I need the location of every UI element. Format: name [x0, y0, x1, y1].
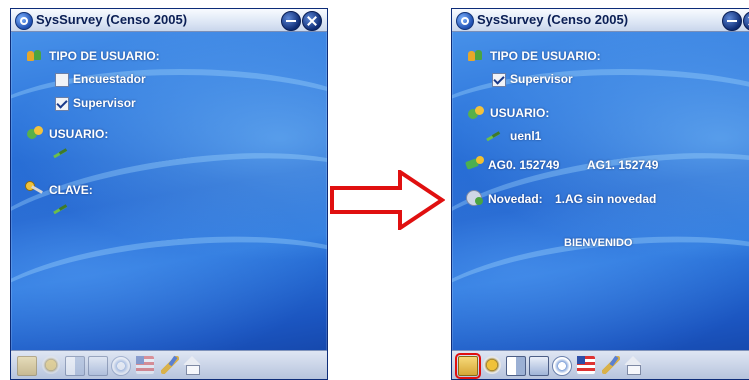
welcome-window: SysSurvey (Censo 2005) TIPO DE USUARIO: … [451, 8, 749, 380]
window-title: SysSurvey (Censo 2005) [477, 12, 629, 27]
app-logo-icon [15, 12, 33, 30]
user-type-label: TIPO DE USUARIO: [490, 49, 601, 63]
user-icon [27, 126, 43, 140]
user-value: uenl1 [510, 129, 542, 143]
supervisor-checkbox [492, 73, 506, 87]
window-title: SysSurvey (Censo 2005) [36, 12, 188, 27]
supervisor-checkbox[interactable] [55, 97, 69, 111]
novedad-value: 1.AG sin novedad [555, 192, 657, 206]
password-label: CLAVE: [49, 183, 93, 197]
sheets-icon[interactable] [88, 356, 108, 376]
supervisor-label: Supervisor [510, 72, 573, 86]
close-button[interactable] [743, 11, 749, 31]
encuestador-checkbox[interactable] [55, 73, 69, 87]
novedad-icon [466, 190, 484, 206]
user-type-label: TIPO DE USUARIO: [49, 49, 160, 63]
user-input-pencil-icon[interactable] [53, 149, 69, 157]
user-label: USUARIO: [490, 106, 550, 120]
ag1-value: AG1. 152749 [587, 158, 659, 172]
bottom-toolbar [11, 350, 327, 379]
app-logo-icon [456, 12, 474, 30]
bottom-toolbar [452, 350, 749, 379]
sync-icon[interactable] [111, 356, 131, 376]
settings-icon[interactable] [42, 356, 60, 374]
documents-icon[interactable] [65, 356, 85, 376]
novedad-label: Novedad: [488, 192, 543, 206]
minimize-button[interactable] [722, 11, 742, 31]
user-type-icon [27, 50, 43, 62]
password-input-pencil-icon[interactable] [53, 205, 69, 213]
brush-icon[interactable] [161, 356, 179, 374]
supervisor-label: Supervisor [73, 96, 136, 110]
close-button[interactable] [302, 11, 322, 31]
home-icon[interactable] [624, 356, 642, 375]
flag-icon[interactable] [577, 356, 595, 374]
login-window: SysSurvey (Censo 2005) TIPO DE USUARIO: … [10, 8, 328, 380]
location-icon [466, 156, 484, 170]
title-bar: SysSurvey (Censo 2005) [452, 9, 749, 32]
pencil-icon [486, 132, 502, 140]
user-icon [468, 106, 484, 120]
ag0-value: AG0. 152749 [488, 158, 560, 172]
folder-icon[interactable] [455, 353, 481, 379]
title-bar: SysSurvey (Censo 2005) [11, 9, 327, 32]
user-label: USUARIO: [49, 127, 109, 141]
sync-icon[interactable] [552, 356, 572, 376]
minimize-button[interactable] [281, 11, 301, 31]
sheets-icon[interactable] [529, 356, 549, 376]
documents-icon[interactable] [506, 356, 526, 376]
welcome-text: BIENVENIDO [564, 237, 633, 249]
right-arrow-icon [330, 170, 445, 230]
encuestador-label: Encuestador [73, 72, 146, 86]
home-icon[interactable] [183, 356, 201, 375]
settings-icon[interactable] [483, 356, 501, 374]
brush-icon[interactable] [602, 356, 620, 374]
flag-icon[interactable] [136, 356, 154, 374]
folder-icon[interactable] [17, 356, 37, 376]
key-icon [25, 181, 43, 195]
user-type-icon [468, 50, 484, 62]
